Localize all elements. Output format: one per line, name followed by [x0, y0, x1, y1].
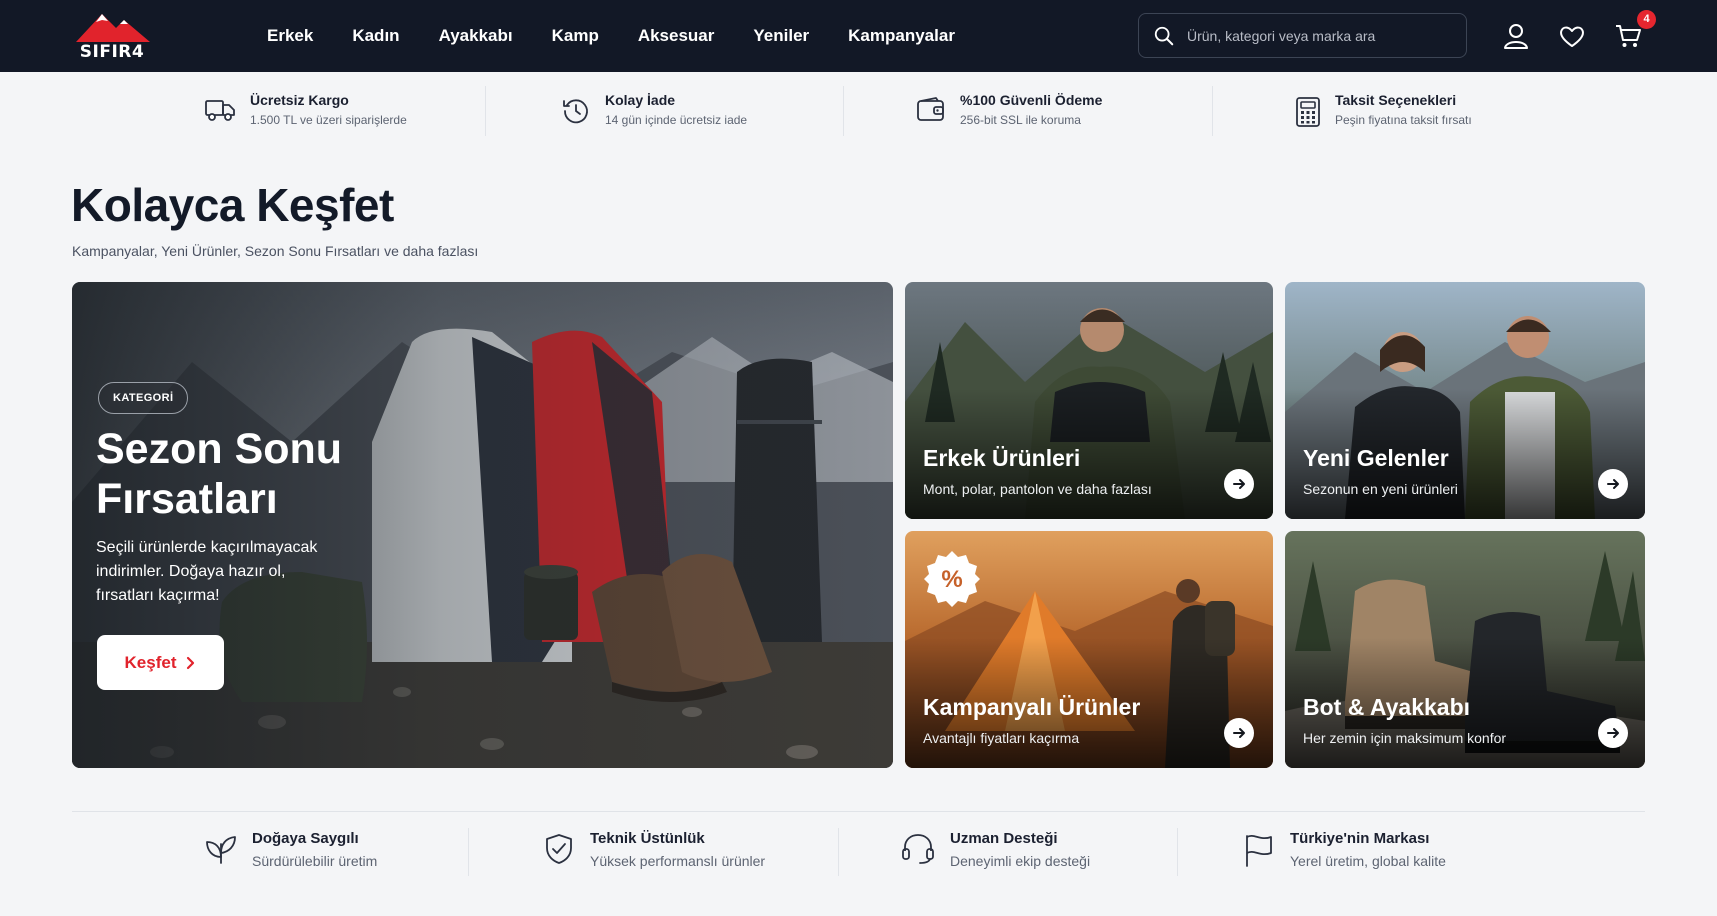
feature-title: Uzman Desteği — [950, 830, 1058, 847]
hero-banner[interactable]: KATEGORİ Sezon Sonu Fırsatları Seçili ür… — [72, 282, 893, 768]
page-subtitle: Kampanyalar, Yeni Ürünler, Sezon Sonu Fı… — [72, 243, 479, 259]
feature-title: Türkiye'nin Markası — [1290, 830, 1430, 847]
feature-title: Teknik Üstünlük — [590, 830, 705, 847]
cart-count-badge: 4 — [1637, 10, 1656, 29]
divider — [1177, 828, 1178, 876]
category-badge: KATEGORİ — [98, 382, 189, 414]
divider — [485, 86, 486, 136]
feature-subtitle: Yerel üretim, global kalite — [1290, 853, 1446, 869]
page-title: Kolayca Keşfet — [71, 179, 394, 231]
top-header: SIFIR4 Erkek Kadın Ayakkabı Kamp Aksesua… — [0, 0, 1717, 72]
card-subtitle: Sezonun en yeni ürünleri — [1303, 481, 1458, 497]
benefit-subtitle: 14 gün içinde ücretsiz iade — [605, 113, 748, 127]
headset-icon — [902, 834, 934, 864]
benefit-payment: %100 Güvenli Ödeme 256-bit SSL ile koruma — [916, 92, 1102, 127]
brand-logo[interactable]: SIFIR4 — [72, 12, 152, 62]
flag-icon — [1246, 834, 1272, 867]
card-title: Bot & Ayakkabı — [1303, 694, 1471, 720]
card-erkek-urunleri[interactable]: Erkek Ürünleri Mont, polar, pantolon ve … — [905, 282, 1273, 519]
nav-item-aksesuar[interactable]: Aksesuar — [638, 26, 715, 46]
search-box — [1138, 13, 1467, 58]
discover-button[interactable]: Keşfet — [97, 635, 224, 690]
benefit-subtitle: Peşin fiyatına taksit fırsatı — [1335, 113, 1472, 127]
nav-item-ayakkabi[interactable]: Ayakkabı — [439, 26, 513, 46]
divider — [843, 86, 844, 136]
benefit-installment: Taksit Seçenekleri Peşin fiyatına taksit … — [1295, 92, 1472, 128]
main-nav: Erkek Kadın Ayakkabı Kamp Aksesuar Yenil… — [267, 0, 994, 72]
percent-badge-icon: % — [922, 549, 982, 609]
card-kampanyali-urunler[interactable]: % Kampanyalı Ürünler Avantajlı fiyatları… — [905, 531, 1273, 768]
divider — [468, 828, 469, 876]
feature-support: Uzman Desteği Deneyimli ekip desteği — [900, 830, 1090, 869]
benefit-subtitle: 1.500 TL ve üzeri siparişlerde — [250, 113, 407, 127]
discover-button-label: Keşfet — [124, 652, 177, 672]
card-subtitle: Her zemin için maksimum konfor — [1303, 730, 1507, 746]
search-input[interactable] — [1187, 27, 1447, 44]
nav-item-kampanyalar[interactable]: Kampanyalar — [848, 26, 955, 46]
arrow-right-icon[interactable] — [1224, 718, 1254, 748]
benefit-subtitle: 256-bit SSL ile koruma — [960, 113, 1081, 127]
brand-name: SIFIR4 — [79, 42, 145, 62]
divider — [1212, 86, 1213, 136]
feature-subtitle: Sürdürülebilir üretim — [252, 853, 378, 869]
card-bot-ayakkabi[interactable]: Bot & Ayakkabı Her zemin için maksimum k… — [1285, 531, 1645, 768]
card-title: Kampanyalı Ürünler — [923, 694, 1141, 720]
hero-description: Seçili ürünlerde kaçırılmayacak indiriml… — [96, 539, 318, 604]
nav-item-erkek[interactable]: Erkek — [267, 26, 313, 46]
arrow-right-icon[interactable] — [1224, 469, 1254, 499]
benefit-title: %100 Güvenli Ödeme — [960, 92, 1103, 108]
cart-icon[interactable] — [1614, 22, 1642, 50]
card-subtitle: Mont, polar, pantolon ve daha fazlası — [923, 481, 1152, 497]
card-subtitle: Avantajlı fiyatları kaçırma — [923, 730, 1080, 746]
mountain-logo-icon — [76, 14, 150, 42]
benefit-return: Kolay İade 14 gün içinde ücretsiz iade — [561, 92, 747, 127]
feature-subtitle: Deneyimli ekip desteği — [950, 853, 1091, 869]
card-title: Yeni Gelenler — [1303, 445, 1449, 471]
svg-text:%: % — [941, 566, 962, 593]
hero-title: Sezon Sonu Fırsatları — [96, 425, 343, 523]
nav-item-yeniler[interactable]: Yeniler — [753, 26, 809, 46]
feature-subtitle: Yüksek performanslı ürünler — [590, 853, 766, 869]
feature-local-brand: Türkiye'nin Markası Yerel üretim, global … — [1242, 830, 1446, 869]
shield-check-icon — [546, 834, 572, 864]
calculator-icon — [1296, 97, 1320, 127]
user-icon[interactable] — [1502, 22, 1530, 50]
feature-title: Doğaya Saygılı — [252, 830, 359, 847]
benefit-title: Ücretsiz Kargo — [250, 92, 349, 108]
hero-image — [72, 282, 893, 768]
arrow-right-icon[interactable] — [1598, 718, 1628, 748]
heart-icon[interactable] — [1558, 22, 1586, 50]
wallet-icon — [917, 97, 944, 121]
feature-technical: Teknik Üstünlük Yüksek performanslı ürünl… — [542, 830, 765, 869]
return-icon — [563, 99, 588, 124]
benefit-title: Kolay İade — [605, 92, 676, 108]
divider — [838, 828, 839, 876]
nav-item-kadin[interactable]: Kadın — [352, 26, 399, 46]
card-yeni-gelenler[interactable]: Yeni Gelenler Sezonun en yeni ürünleri — [1285, 282, 1645, 519]
leaf-icon — [206, 836, 236, 864]
benefit-title: Taksit Seçenekleri — [1335, 92, 1457, 108]
truck-icon — [205, 100, 235, 121]
card-title: Erkek Ürünleri — [923, 445, 1081, 471]
feature-nature: Doğaya Saygılı Sürdürülebilir üretim — [204, 830, 377, 869]
chevron-right-icon — [187, 656, 195, 669]
arrow-right-icon[interactable] — [1598, 469, 1628, 499]
search-icon[interactable] — [1153, 25, 1175, 47]
nav-item-kamp[interactable]: Kamp — [552, 26, 599, 46]
page: SIFIR4 Erkek Kadın Ayakkabı Kamp Aksesua… — [0, 0, 1717, 916]
benefit-shipping: Ücretsiz Kargo 1.500 TL ve üzeri siparişl… — [204, 92, 407, 127]
section-divider — [72, 811, 1645, 812]
